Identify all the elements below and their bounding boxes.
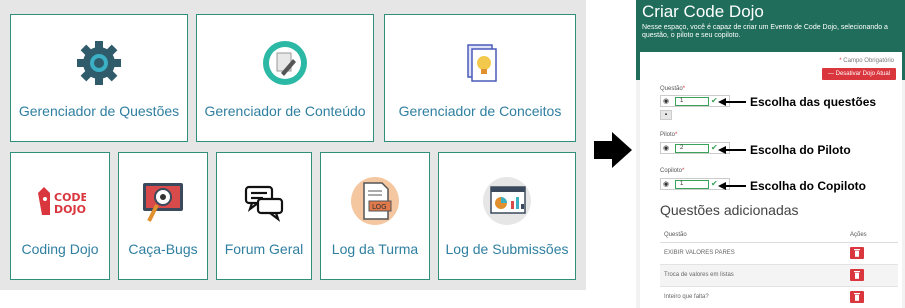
page-subtitle: Nesse espaço, você é capaz de criar um E…: [642, 24, 888, 39]
delete-button[interactable]: [850, 291, 864, 303]
gear-icon: [73, 37, 125, 89]
delete-button[interactable]: [850, 269, 864, 281]
question-cell: EXIBIR VALORES PARES: [664, 250, 735, 256]
coding-dojo-logo-icon: CODE DOJO: [34, 175, 88, 227]
table-row: Troca de valores em listas: [660, 265, 898, 287]
log-document-icon: LOG: [349, 175, 401, 227]
tile-gerenciador-questoes[interactable]: Gerenciador de Questões: [10, 14, 188, 142]
pilot-field-label: Piloto*: [660, 132, 678, 138]
question-cell: Inteiro que falta?: [664, 294, 709, 300]
eye-icon: ◉: [663, 145, 670, 152]
chat-bubbles-icon: [238, 175, 290, 227]
question-field-label: Questão*: [660, 86, 686, 92]
table-row: Inteiro que falta?: [660, 287, 898, 308]
tile-label: Forum Geral: [224, 241, 304, 257]
tile-label: Log de Submissões: [445, 241, 569, 257]
check-icon: ✔: [711, 179, 718, 188]
delete-button[interactable]: [850, 247, 864, 259]
tile-label: Log da Turma: [331, 241, 419, 257]
content-edit-icon: [259, 37, 311, 89]
trash-icon: [854, 271, 860, 279]
copilot-select-value: 1: [675, 180, 709, 189]
tile-log-submissoes[interactable]: Log de Submissões: [438, 152, 576, 280]
question-select-value: 1: [675, 97, 709, 106]
added-questions-table: Questão Ações EXIBIR VALORES PARES Troca…: [660, 228, 898, 308]
trash-icon: [854, 293, 860, 301]
check-icon: ✔: [711, 143, 718, 152]
tile-forum-geral[interactable]: Forum Geral: [216, 152, 312, 280]
tile-label: Gerenciador de Questões: [18, 103, 180, 119]
tile-label: Caça-Bugs: [128, 241, 198, 257]
column-header-actions: Ações: [850, 232, 867, 238]
callout-questions: Escolha das questões: [750, 95, 877, 109]
bug-hunt-icon: [137, 175, 189, 227]
eye-icon: ◉: [663, 181, 670, 188]
svg-text:LOG: LOG: [372, 203, 387, 211]
tile-gerenciador-conceitos[interactable]: Gerenciador de Conceitos: [384, 14, 576, 142]
analytics-chart-icon: [481, 175, 533, 227]
callout-pilot: Escolha do Piloto: [750, 143, 851, 157]
trash-icon: [854, 249, 860, 257]
tile-label: Coding Dojo: [21, 241, 99, 257]
eye-icon: ◉: [663, 98, 670, 105]
disable-dojo-button[interactable]: — Desativar Dojo Atual: [821, 68, 896, 80]
callout-arrow-icon: [718, 182, 746, 190]
table-row: EXIBIR VALORES PARES: [660, 243, 898, 265]
tile-gerenciador-conteudo[interactable]: Gerenciador de Conteúdo: [196, 14, 374, 142]
table-header: Questão Ações: [660, 228, 898, 243]
svg-text:DOJO: DOJO: [54, 203, 86, 216]
tile-label: Gerenciador de Conteúdo: [204, 103, 366, 119]
copilot-field-label: Copiloto*: [660, 168, 685, 174]
tile-coding-dojo[interactable]: CODE DOJO Coding Dojo: [10, 152, 110, 280]
tile-caca-bugs[interactable]: Caça-Bugs: [118, 152, 208, 280]
tile-label: Gerenciador de Conceitos: [398, 103, 562, 119]
added-questions-title: Questões adicionadas: [660, 202, 799, 218]
page-title: Criar Code Dojo: [642, 2, 764, 21]
add-question-button[interactable]: ▪: [660, 110, 672, 120]
question-cell: Troca de valores em listas: [664, 272, 734, 278]
callout-copilot: Escolha do Copiloto: [750, 179, 866, 193]
required-note: * Campo Obrigatório: [839, 58, 894, 64]
tile-log-turma[interactable]: LOG Log da Turma: [320, 152, 430, 280]
callout-arrow-icon: [718, 146, 746, 154]
check-icon: ✔: [711, 96, 718, 105]
callout-arrow-icon: [718, 98, 746, 106]
right-arrow-icon: [594, 132, 632, 168]
create-dojo-form-screenshot: Criar Code Dojo Nesse espaço, você é cap…: [636, 0, 905, 308]
column-header-question: Questão: [664, 232, 687, 238]
pilot-select-value: 2: [675, 144, 709, 153]
dashboard-panel: Gerenciador de Questões Gerenciador de C…: [0, 0, 586, 290]
concept-lightbulb-icon: [454, 37, 506, 89]
